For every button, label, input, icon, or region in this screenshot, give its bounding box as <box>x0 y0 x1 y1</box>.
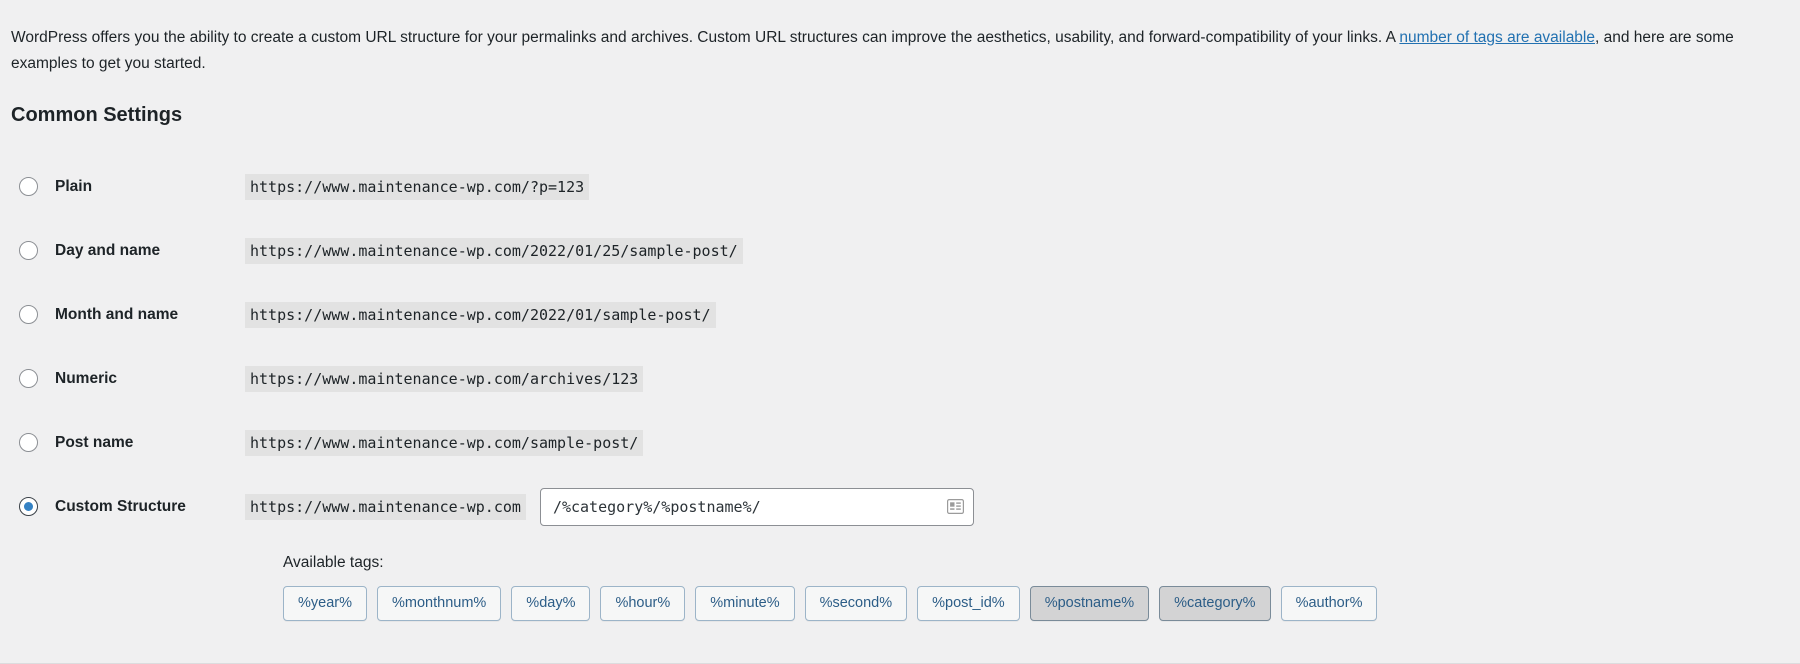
example-url: https://www.maintenance-wp.com/?p=123 <box>245 173 590 200</box>
option-label-cell[interactable]: Plain <box>0 177 245 196</box>
custom-structure-controls: https://www.maintenance-wp.com <box>245 487 974 526</box>
option-row-numeric[interactable]: Numeric https://www.maintenance-wp.com/a… <box>0 347 1800 411</box>
example-url: https://www.maintenance-wp.com/2022/01/s… <box>245 301 716 328</box>
example-url: https://www.maintenance-wp.com/sample-po… <box>245 429 644 456</box>
option-label-cell[interactable]: Numeric <box>0 369 245 388</box>
option-label-cell[interactable]: Day and name <box>0 241 245 260</box>
available-tags-label: Available tags: <box>283 553 384 571</box>
tag-button-hour[interactable]: %hour% <box>600 585 686 621</box>
available-tags-link[interactable]: number of tags are available <box>1399 29 1595 46</box>
option-row-post-name[interactable]: Post name https://www.maintenance-wp.com… <box>0 411 1800 475</box>
option-row-month-and-name[interactable]: Month and name https://www.maintenance-w… <box>0 283 1800 347</box>
tag-button-day[interactable]: %day% <box>511 585 591 621</box>
option-label: Post name <box>55 433 134 451</box>
permalink-settings-page: WordPress offers you the ability to crea… <box>0 16 1800 664</box>
example-url: https://www.maintenance-wp.com/archives/… <box>245 365 644 392</box>
tag-button-category[interactable]: %category% <box>1159 585 1271 621</box>
radio-day-and-name[interactable] <box>19 241 38 260</box>
page-title: Common Settings <box>11 103 183 126</box>
tag-button-postname[interactable]: %postname% <box>1029 585 1150 621</box>
option-row-plain[interactable]: Plain https://www.maintenance-wp.com/?p=… <box>0 155 1800 219</box>
option-label: Month and name <box>55 305 179 323</box>
tag-button-post-id[interactable]: %post_id% <box>917 585 1020 621</box>
radio-numeric[interactable] <box>19 369 38 388</box>
option-label: Custom Structure <box>55 497 186 515</box>
option-row-day-and-name[interactable]: Day and name https://www.maintenance-wp.… <box>0 219 1800 283</box>
bottom-divider <box>0 662 1800 664</box>
intro-text-before: WordPress offers you the ability to crea… <box>11 28 1400 46</box>
available-tags-section: Available tags: %year% %monthnum% %day% … <box>0 552 1800 621</box>
option-example-cell: https://www.maintenance-wp.com/2022/01/2… <box>245 237 743 264</box>
tag-button-monthnum[interactable]: %monthnum% <box>377 585 502 621</box>
custom-structure-input[interactable] <box>539 487 974 526</box>
radio-custom-structure[interactable] <box>19 497 38 516</box>
radio-month-and-name[interactable] <box>19 305 38 324</box>
option-example-cell: https://www.maintenance-wp.com/?p=123 <box>245 173 590 200</box>
option-label-cell[interactable]: Custom Structure <box>0 497 245 516</box>
option-label: Day and name <box>55 241 161 259</box>
tag-button-author[interactable]: %author% <box>1280 585 1378 621</box>
option-example-cell: https://www.maintenance-wp.com/2022/01/s… <box>245 301 716 328</box>
radio-post-name[interactable] <box>19 433 38 452</box>
available-tags-list: %year% %monthnum% %day% %hour% %minute% … <box>283 585 1800 621</box>
option-label: Numeric <box>55 369 118 387</box>
example-url: https://www.maintenance-wp.com/2022/01/2… <box>245 237 743 264</box>
option-label: Plain <box>55 177 93 195</box>
custom-structure-url-prefix: https://www.maintenance-wp.com <box>245 493 526 520</box>
permalink-options-list: Plain https://www.maintenance-wp.com/?p=… <box>0 155 1800 621</box>
intro-paragraph: WordPress offers you the ability to crea… <box>0 16 1800 77</box>
tag-button-second[interactable]: %second% <box>804 585 908 621</box>
option-example-cell: https://www.maintenance-wp.com/archives/… <box>245 365 644 392</box>
tag-button-year[interactable]: %year% <box>283 585 367 621</box>
option-label-cell[interactable]: Post name <box>0 433 245 452</box>
tag-button-minute[interactable]: %minute% <box>695 585 795 621</box>
option-example-cell: https://www.maintenance-wp.com/sample-po… <box>245 429 644 456</box>
custom-structure-input-wrapper <box>539 487 974 526</box>
option-row-custom-structure[interactable]: Custom Structure https://www.maintenance… <box>0 475 1800 539</box>
radio-plain[interactable] <box>19 177 38 196</box>
option-label-cell[interactable]: Month and name <box>0 305 245 324</box>
